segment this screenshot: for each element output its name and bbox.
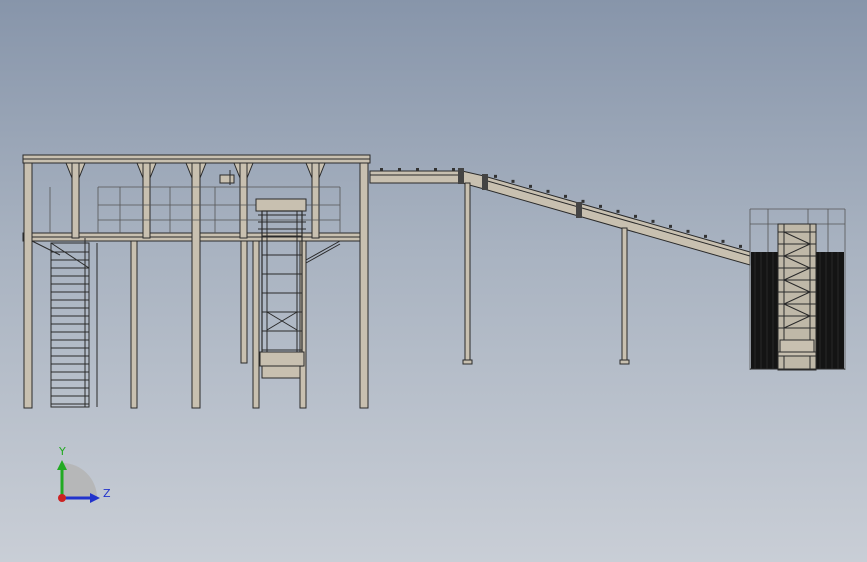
bucket-elevator-right xyxy=(749,208,846,371)
x-axis-dot xyxy=(58,494,66,502)
triad-quadrant xyxy=(62,463,97,498)
stairway xyxy=(50,238,98,408)
cad-viewport[interactable]: Y Z xyxy=(0,0,867,562)
columns xyxy=(23,162,369,409)
belt-conveyor xyxy=(369,168,751,365)
structure-drawing: Y Z xyxy=(22,154,846,503)
coordinate-triad[interactable]: Y Z xyxy=(57,445,111,503)
z-axis-label: Z xyxy=(103,487,111,500)
bucket-elevator-center xyxy=(255,198,307,379)
y-axis-label: Y xyxy=(58,445,66,458)
platform-structure xyxy=(22,154,371,409)
